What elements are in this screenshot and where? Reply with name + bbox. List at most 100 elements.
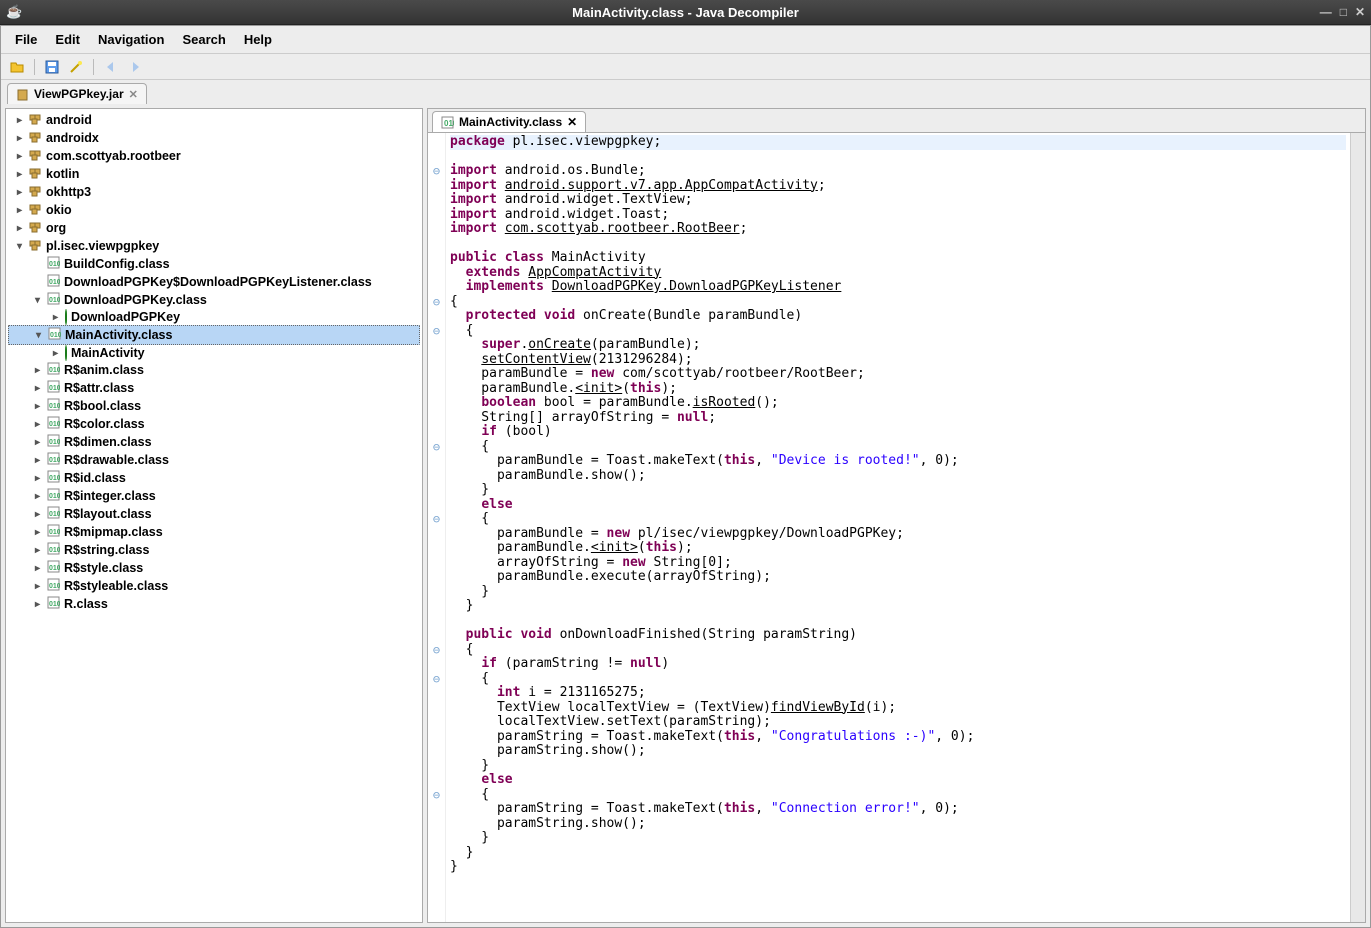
code-line: localTextView.setText(paramString); xyxy=(450,714,771,729)
tree-item-buildconfig-class[interactable]: 010BuildConfig.class xyxy=(8,255,420,273)
package-explorer[interactable]: ▸android▸androidx▸com.scottyab.rootbeer▸… xyxy=(5,108,423,923)
tree-toggle-icon[interactable]: ▸ xyxy=(14,151,25,162)
tree-toggle-icon[interactable]: ▸ xyxy=(32,437,43,448)
tree-toggle-icon[interactable]: ▸ xyxy=(50,312,61,323)
tree-toggle-icon[interactable]: ▾ xyxy=(14,241,25,252)
tree-toggle-icon[interactable]: ▸ xyxy=(32,473,43,484)
project-tab[interactable]: ViewPGPkey.jar ✕ xyxy=(7,83,147,104)
tree-item-r-integer-class[interactable]: ▸010R$integer.class xyxy=(8,487,420,505)
editor-tab-label: MainActivity.class xyxy=(459,115,562,129)
tree-toggle-icon[interactable]: ▸ xyxy=(32,491,43,502)
tree-toggle-icon[interactable]: ▸ xyxy=(32,455,43,466)
tree-item-android[interactable]: ▸android xyxy=(8,111,420,129)
menu-edit[interactable]: Edit xyxy=(47,29,88,50)
tree-toggle-icon[interactable]: ▸ xyxy=(14,169,25,180)
tree-item-r-styleable-class[interactable]: ▸010R$styleable.class xyxy=(8,577,420,595)
tree-item-downloadpgpkey-downloadpgpkeylistener-class[interactable]: 010DownloadPGPKey$DownloadPGPKeyListener… xyxy=(8,273,420,291)
tree-item-r-dimen-class[interactable]: ▸010R$dimen.class xyxy=(8,433,420,451)
tree-toggle-icon[interactable]: ▾ xyxy=(33,330,44,341)
tree-toggle-icon[interactable]: ▸ xyxy=(32,509,43,520)
fold-toggle xyxy=(428,744,445,759)
fold-toggle xyxy=(428,846,445,861)
code-line: arrayOfString = new String[0]; xyxy=(450,555,732,570)
tree-toggle-icon[interactable]: ▸ xyxy=(14,187,25,198)
tree-toggle-icon[interactable]: ▸ xyxy=(14,115,25,126)
fold-toggle[interactable]: ⊖ xyxy=(428,512,445,527)
save-icon[interactable] xyxy=(42,57,62,77)
fold-toggle[interactable]: ⊖ xyxy=(428,672,445,687)
menu-file[interactable]: File xyxy=(7,29,45,50)
editor-tab[interactable]: 010 MainActivity.class ✕ xyxy=(432,111,586,132)
class-icon: 010 xyxy=(47,506,60,522)
tree-toggle-icon[interactable]: ▾ xyxy=(32,295,43,306)
tree-item-label: okhttp3 xyxy=(46,185,91,199)
minimize-button[interactable]: — xyxy=(1320,5,1332,19)
tree-item-org[interactable]: ▸org xyxy=(8,219,420,237)
tree-item-r-mipmap-class[interactable]: ▸010R$mipmap.class xyxy=(8,523,420,541)
tree-item-r-attr-class[interactable]: ▸010R$attr.class xyxy=(8,379,420,397)
code-line: { xyxy=(450,294,458,309)
tree-item-r-color-class[interactable]: ▸010R$color.class xyxy=(8,415,420,433)
fold-toggle[interactable]: ⊖ xyxy=(428,324,445,339)
fold-toggle[interactable]: ⊖ xyxy=(428,295,445,310)
fold-toggle xyxy=(428,396,445,411)
tree-item-r-style-class[interactable]: ▸010R$style.class xyxy=(8,559,420,577)
close-tab-icon[interactable]: ✕ xyxy=(129,88,138,101)
tree-toggle-icon[interactable]: ▸ xyxy=(14,133,25,144)
tree-item-mainactivity-class[interactable]: ▾010MainActivity.class xyxy=(8,325,420,345)
tree-toggle-icon[interactable]: ▸ xyxy=(32,419,43,430)
tree-toggle-icon[interactable]: ▸ xyxy=(32,401,43,412)
tree-item-r-drawable-class[interactable]: ▸010R$drawable.class xyxy=(8,451,420,469)
tree-toggle-icon[interactable]: ▸ xyxy=(32,365,43,376)
tree-item-pl-isec-viewpgpkey[interactable]: ▾pl.isec.viewpgpkey xyxy=(8,237,420,255)
editor-tabs: 010 MainActivity.class ✕ xyxy=(428,109,1365,133)
tree-item-androidx[interactable]: ▸androidx xyxy=(8,129,420,147)
menu-search[interactable]: Search xyxy=(174,29,233,50)
menu-navigation[interactable]: Navigation xyxy=(90,29,172,50)
tree-toggle-icon[interactable]: ▸ xyxy=(14,223,25,234)
close-button[interactable]: ✕ xyxy=(1355,5,1365,19)
code-line: public void onDownloadFinished(String pa… xyxy=(450,627,857,642)
tree-item-kotlin[interactable]: ▸kotlin xyxy=(8,165,420,183)
maximize-button[interactable]: □ xyxy=(1340,5,1347,19)
fold-toggle xyxy=(428,527,445,542)
tree-item-label: DownloadPGPKey$DownloadPGPKeyListener.cl… xyxy=(64,275,372,289)
tree-toggle-icon[interactable]: ▸ xyxy=(32,527,43,538)
code-editor[interactable]: ⊖ ⊖ ⊖ ⊖ ⊖ ⊖ ⊖ ⊖ package pl.isec.viewpgpk… xyxy=(428,133,1350,922)
tree-toggle-icon[interactable]: ▸ xyxy=(32,581,43,592)
tree-item-okio[interactable]: ▸okio xyxy=(8,201,420,219)
wand-icon[interactable] xyxy=(66,57,86,77)
tree-toggle-icon[interactable]: ▸ xyxy=(32,563,43,574)
fold-toggle[interactable]: ⊖ xyxy=(428,788,445,803)
close-editor-tab-icon[interactable]: ✕ xyxy=(567,115,577,129)
tree-item-downloadpgpkey[interactable]: ▸DownloadPGPKey xyxy=(8,309,420,325)
svg-text:010: 010 xyxy=(444,119,454,128)
vertical-scrollbar[interactable] xyxy=(1350,133,1365,922)
tree-item-label: R$mipmap.class xyxy=(64,525,163,539)
fold-toggle xyxy=(428,715,445,730)
tree-item-r-bool-class[interactable]: ▸010R$bool.class xyxy=(8,397,420,415)
tree-item-okhttp3[interactable]: ▸ okhttp3 xyxy=(8,183,420,201)
fold-toggle[interactable]: ⊖ xyxy=(428,643,445,658)
tree-item-r-anim-class[interactable]: ▸010R$anim.class xyxy=(8,361,420,379)
tree-toggle-icon[interactable]: ▸ xyxy=(32,599,43,610)
fold-toggle xyxy=(428,730,445,745)
tree-item-mainactivity[interactable]: ▸MainActivity xyxy=(8,345,420,361)
open-icon[interactable] xyxy=(7,57,27,77)
code-line: import android.widget.TextView; xyxy=(450,192,693,207)
fold-toggle xyxy=(428,817,445,832)
tree-item-com-scottyab-rootbeer[interactable]: ▸com.scottyab.rootbeer xyxy=(8,147,420,165)
tree-item-r-layout-class[interactable]: ▸010R$layout.class xyxy=(8,505,420,523)
tree-toggle-icon[interactable]: ▸ xyxy=(50,348,61,359)
fold-toggle[interactable]: ⊖ xyxy=(428,164,445,179)
tree-item-r-id-class[interactable]: ▸010R$id.class xyxy=(8,469,420,487)
svg-text:010: 010 xyxy=(49,439,60,446)
tree-toggle-icon[interactable]: ▸ xyxy=(32,383,43,394)
tree-toggle-icon[interactable]: ▸ xyxy=(32,545,43,556)
fold-toggle[interactable]: ⊖ xyxy=(428,440,445,455)
tree-item-r-string-class[interactable]: ▸010R$string.class xyxy=(8,541,420,559)
tree-toggle-icon[interactable]: ▸ xyxy=(14,205,25,216)
menu-help[interactable]: Help xyxy=(236,29,280,50)
tree-item-r-class[interactable]: ▸010R.class xyxy=(8,595,420,613)
tree-item-downloadpgpkey-class[interactable]: ▾010DownloadPGPKey.class xyxy=(8,291,420,309)
